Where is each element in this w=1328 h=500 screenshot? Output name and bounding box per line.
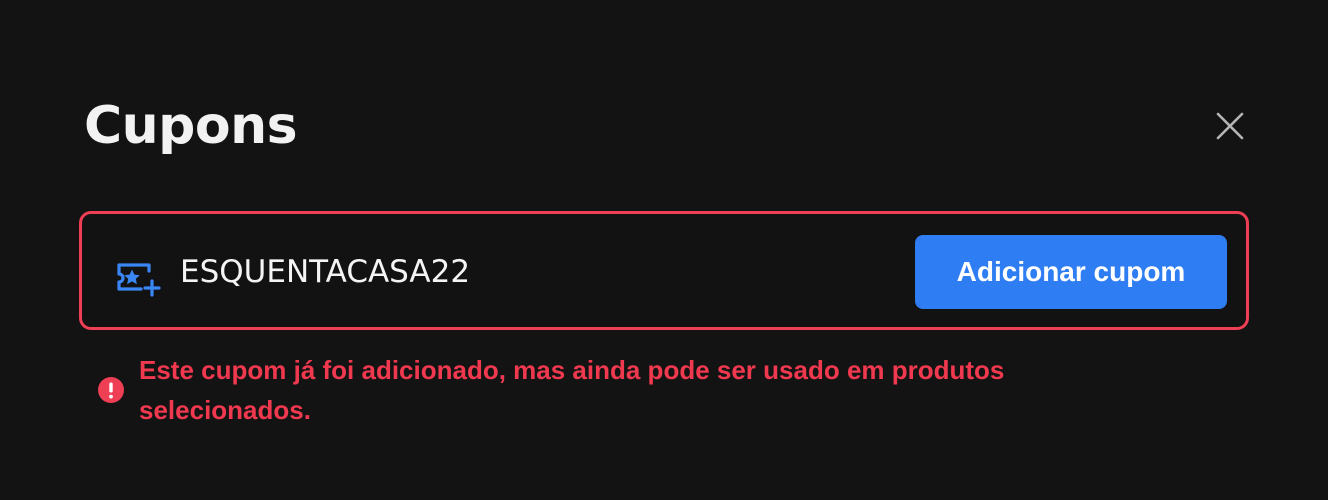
coupon-code-input[interactable] (180, 242, 880, 302)
error-exclamation-icon (98, 377, 124, 403)
close-icon (1216, 112, 1244, 140)
coupon-ticket-icon (117, 263, 161, 297)
add-coupon-button[interactable]: Adicionar cupom (915, 235, 1227, 309)
coupon-input-container: Adicionar cupom (79, 211, 1249, 330)
error-text: Este cupom já foi adicionado, mas ainda … (139, 355, 1005, 425)
page-title: Cupons (84, 96, 298, 156)
coupons-modal: Cupons Adicionar cupom Este cupom já foi… (0, 0, 1328, 500)
close-button[interactable] (1208, 104, 1252, 148)
